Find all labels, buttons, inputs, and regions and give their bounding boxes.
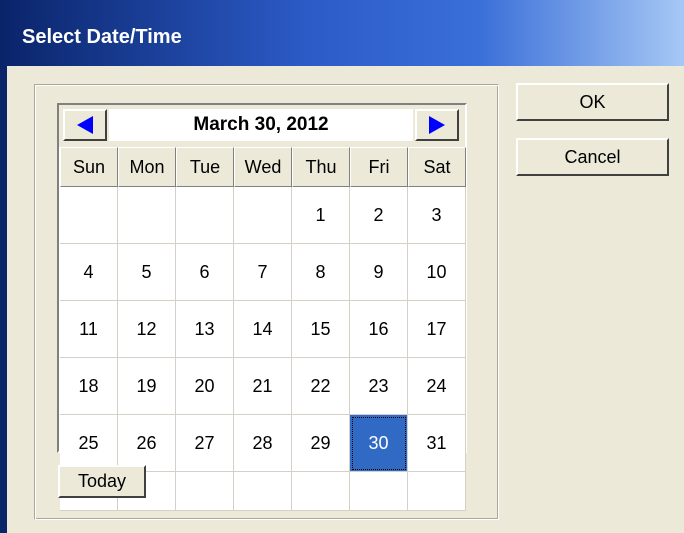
day-cell[interactable]: 7: [234, 244, 292, 301]
empty-day-cell: [292, 472, 350, 511]
window-left-border: [0, 66, 7, 533]
day-cell[interactable]: 28: [234, 415, 292, 472]
day-cell[interactable]: 22: [292, 358, 350, 415]
next-month-button[interactable]: [415, 109, 459, 141]
calendar-header: March 30, 2012: [59, 105, 465, 147]
selected-day-cell[interactable]: 30: [350, 415, 408, 472]
day-cell[interactable]: 31: [408, 415, 466, 472]
empty-day-cell: [60, 187, 118, 244]
day-cell[interactable]: 17: [408, 301, 466, 358]
day-cell[interactable]: 15: [292, 301, 350, 358]
arrow-right-icon: [429, 116, 445, 134]
previous-month-button[interactable]: [63, 109, 107, 141]
day-cell[interactable]: 1: [292, 187, 350, 244]
day-cell[interactable]: 2: [350, 187, 408, 244]
day-cell[interactable]: 14: [234, 301, 292, 358]
day-cell[interactable]: 6: [176, 244, 234, 301]
window-title: Select Date/Time: [22, 26, 182, 48]
day-cell[interactable]: 16: [350, 301, 408, 358]
day-cell[interactable]: 9: [350, 244, 408, 301]
day-cell[interactable]: 19: [118, 358, 176, 415]
arrow-left-icon: [77, 116, 93, 134]
weekday-header: Thu: [292, 147, 350, 187]
day-cell[interactable]: 23: [350, 358, 408, 415]
day-cell[interactable]: 11: [60, 301, 118, 358]
day-cell[interactable]: 4: [60, 244, 118, 301]
day-cell[interactable]: 5: [118, 244, 176, 301]
day-cell[interactable]: 3: [408, 187, 466, 244]
empty-day-cell: [408, 472, 466, 511]
empty-day-cell: [350, 472, 408, 511]
day-cell[interactable]: 10: [408, 244, 466, 301]
today-button[interactable]: Today: [58, 465, 146, 498]
day-cell[interactable]: 29: [292, 415, 350, 472]
empty-day-cell: [176, 187, 234, 244]
day-cell[interactable]: 25: [60, 415, 118, 472]
month-label[interactable]: March 30, 2012: [109, 109, 413, 141]
day-cell[interactable]: 8: [292, 244, 350, 301]
day-cell[interactable]: 13: [176, 301, 234, 358]
day-cell[interactable]: 12: [118, 301, 176, 358]
empty-day-cell: [176, 472, 234, 511]
day-cell[interactable]: 20: [176, 358, 234, 415]
day-cell[interactable]: 21: [234, 358, 292, 415]
day-cell[interactable]: 27: [176, 415, 234, 472]
weekday-header: Fri: [350, 147, 408, 187]
month-calendar: March 30, 2012 Sun Mon Tue Wed Thu Fri Sat 1 2 3 4…: [57, 103, 467, 511]
empty-day-cell: [234, 472, 292, 511]
day-cell[interactable]: 18: [60, 358, 118, 415]
empty-day-cell: [234, 187, 292, 244]
weekday-header: Tue: [176, 147, 234, 187]
weekday-header: Mon: [118, 147, 176, 187]
weekday-header: Sat: [408, 147, 466, 187]
day-cell[interactable]: 24: [408, 358, 466, 415]
day-cell[interactable]: 26: [118, 415, 176, 472]
empty-day-cell: [118, 187, 176, 244]
ok-button[interactable]: OK: [516, 83, 669, 121]
cancel-button[interactable]: Cancel: [516, 138, 669, 176]
calendar-grid: Sun Mon Tue Wed Thu Fri Sat 1 2 3 4 5 6 7 8 9 10 11 12 13 14…: [60, 147, 466, 511]
title-bar[interactable]: Select Date/Time: [0, 0, 684, 66]
weekday-header: Wed: [234, 147, 292, 187]
weekday-header: Sun: [60, 147, 118, 187]
